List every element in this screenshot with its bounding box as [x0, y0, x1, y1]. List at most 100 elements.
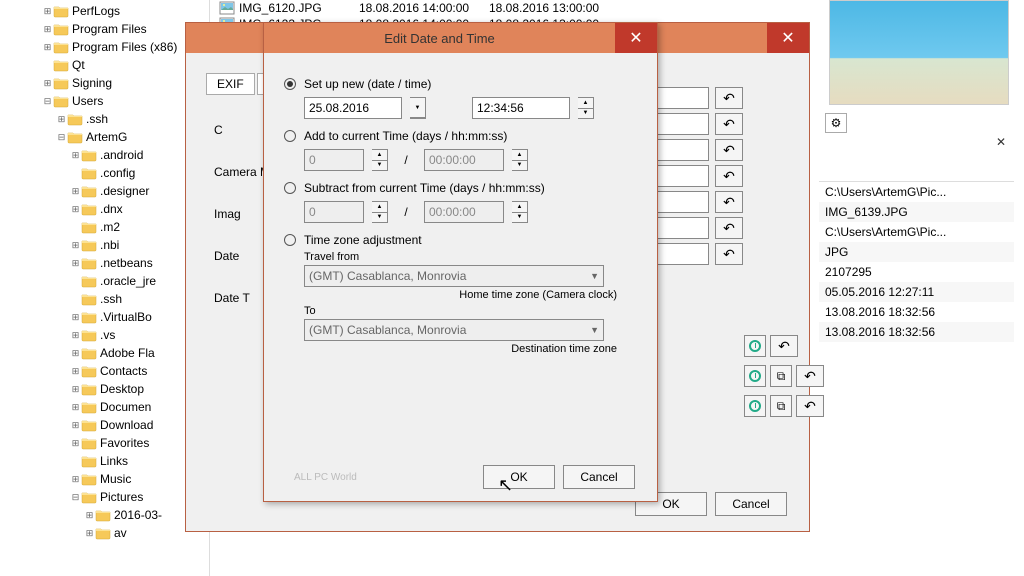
expand-icon[interactable]: ⊞ [84, 528, 95, 539]
expand-icon[interactable]: ⊞ [70, 474, 81, 485]
tree-item[interactable]: ⊞av [0, 524, 209, 542]
tree-item[interactable]: ⊞ Signing [0, 74, 209, 92]
undo-icon[interactable]: ↶ [715, 139, 743, 161]
property-value: 13.08.2016 18:32:56 [819, 322, 1014, 342]
option-label: Add to current Time (days / hh:mm:ss) [304, 129, 507, 143]
expand-icon[interactable]: ⊞ [70, 348, 81, 359]
from-timezone-select[interactable]: (GMT) Casablanca, Monrovia▼ [304, 265, 604, 287]
radio-timezone[interactable] [284, 234, 296, 246]
tree-item[interactable]: .oracle_jre [0, 272, 209, 290]
tree-item[interactable]: Qt [0, 56, 209, 74]
close-icon[interactable]: ✕ [996, 135, 1006, 149]
expand-icon[interactable]: ⊞ [70, 330, 81, 341]
expand-icon[interactable]: ⊞ [70, 402, 81, 413]
tree-item[interactable]: Links [0, 452, 209, 470]
tree-item-label: .vs [100, 328, 115, 342]
to-timezone-select[interactable]: (GMT) Casablanca, Monrovia▼ [304, 319, 604, 341]
collapse-icon[interactable]: ⊟ [56, 132, 67, 143]
chevron-down-icon: ▼ [590, 325, 599, 335]
tree-item[interactable]: ⊞.VirtualBo [0, 308, 209, 326]
clock-icon[interactable] [744, 395, 766, 417]
radio-set-new[interactable] [284, 78, 296, 90]
tree-item[interactable]: ⊞Adobe Fla [0, 344, 209, 362]
expand-icon[interactable]: ⊞ [70, 258, 81, 269]
tab-exif[interactable]: EXIF [206, 73, 255, 95]
close-button[interactable]: ✕ [615, 23, 657, 53]
date-dropdown[interactable]: ▼ [410, 97, 426, 119]
expand-icon[interactable]: ⊞ [84, 510, 95, 521]
collapse-icon[interactable]: ⊟ [42, 96, 53, 107]
tree-item[interactable]: .config [0, 164, 209, 182]
tree-item[interactable]: ⊞Music [0, 470, 209, 488]
tree-item[interactable]: ⊞Favorites [0, 434, 209, 452]
collapse-icon[interactable]: ⊟ [70, 492, 81, 503]
expand-icon[interactable]: ⊞ [70, 150, 81, 161]
tree-item[interactable]: ⊞Contacts [0, 362, 209, 380]
tree-item[interactable]: ⊞.android [0, 146, 209, 164]
expand-icon[interactable]: ⊞ [70, 366, 81, 377]
tree-item[interactable]: .m2 [0, 218, 209, 236]
folder-tree[interactable]: ⊞PerfLogs⊞Program Files⊞Program Files (x… [0, 0, 210, 576]
undo-icon[interactable]: ↶ [796, 395, 824, 417]
expand-icon[interactable]: ⊞ [56, 114, 67, 125]
tree-item[interactable]: ⊞Program Files (x86) [0, 38, 209, 56]
undo-icon[interactable]: ↶ [770, 335, 798, 357]
expand-icon[interactable]: ⊞ [42, 42, 53, 53]
radio-add[interactable] [284, 130, 296, 142]
expand-icon[interactable]: ⊞ [70, 204, 81, 215]
tree-item[interactable]: ⊞Desktop [0, 380, 209, 398]
ok-button[interactable]: OK [483, 465, 555, 489]
clock-icon[interactable] [744, 335, 766, 357]
travel-from-label: Travel from [304, 251, 637, 263]
expand-icon[interactable]: ⊞ [70, 420, 81, 431]
expand-icon[interactable]: ⊞ [42, 6, 53, 17]
expand-icon[interactable]: ⊞ [70, 312, 81, 323]
gear-icon[interactable]: ⚙ [825, 113, 847, 133]
expand-icon[interactable]: ⊞ [70, 240, 81, 251]
tree-item[interactable]: ⊞Documen [0, 398, 209, 416]
expand-icon[interactable]: ⊞ [42, 24, 53, 35]
copy-icon[interactable]: ⧉ [770, 365, 792, 387]
undo-icon[interactable]: ↶ [796, 365, 824, 387]
tree-item[interactable]: ⊞.designer [0, 182, 209, 200]
tree-item-label: Signing [72, 76, 112, 90]
file-row[interactable]: IMG_6120.JPG18.08.2016 14:00:0018.08.201… [215, 0, 775, 16]
undo-icon[interactable]: ↶ [715, 217, 743, 239]
expand-icon[interactable]: ⊞ [42, 78, 53, 89]
tree-item[interactable]: ⊞Program Files [0, 20, 209, 38]
time-input[interactable]: 12:34:56 [472, 97, 570, 119]
tree-item[interactable]: ⊟ArtemG [0, 128, 209, 146]
cancel-button[interactable]: Cancel [563, 465, 635, 489]
radio-subtract[interactable] [284, 182, 296, 194]
folder-icon [53, 94, 69, 108]
expand-icon[interactable]: ⊞ [70, 438, 81, 449]
clock-icon[interactable] [744, 365, 766, 387]
undo-icon[interactable]: ↶ [715, 113, 743, 135]
undo-icon[interactable]: ↶ [715, 191, 743, 213]
undo-icon[interactable]: ↶ [715, 243, 743, 265]
date-input[interactable]: 25.08.2016 [304, 97, 402, 119]
tree-item[interactable]: ⊞.netbeans [0, 254, 209, 272]
tree-item[interactable]: ⊞.ssh [0, 110, 209, 128]
undo-icon[interactable]: ↶ [715, 87, 743, 109]
option-label: Set up new (date / time) [304, 77, 431, 91]
time-spinner[interactable]: ▲▼ [578, 97, 594, 119]
tree-item-label: .oracle_jre [100, 274, 156, 288]
tree-item[interactable]: ⊟Users [0, 92, 209, 110]
tree-item[interactable]: ⊞2016-03- [0, 506, 209, 524]
tree-item[interactable]: ⊞ .dnx [0, 200, 209, 218]
tree-item[interactable]: ⊞.nbi [0, 236, 209, 254]
expand-icon[interactable]: ⊞ [70, 384, 81, 395]
property-value: C:\Users\ArtemG\Pic... [819, 182, 1014, 202]
cancel-button[interactable]: Cancel [715, 492, 787, 516]
undo-icon[interactable]: ↶ [715, 165, 743, 187]
tree-item[interactable]: ⊞PerfLogs [0, 2, 209, 20]
tree-item[interactable]: ⊞Download [0, 416, 209, 434]
tree-item-label: .dnx [100, 202, 123, 216]
copy-icon[interactable]: ⧉ [770, 395, 792, 417]
tree-item[interactable]: ⊞ .vs [0, 326, 209, 344]
tree-item[interactable]: .ssh [0, 290, 209, 308]
expand-icon[interactable]: ⊞ [70, 186, 81, 197]
close-button[interactable]: ✕ [767, 23, 809, 53]
tree-item[interactable]: ⊟Pictures [0, 488, 209, 506]
